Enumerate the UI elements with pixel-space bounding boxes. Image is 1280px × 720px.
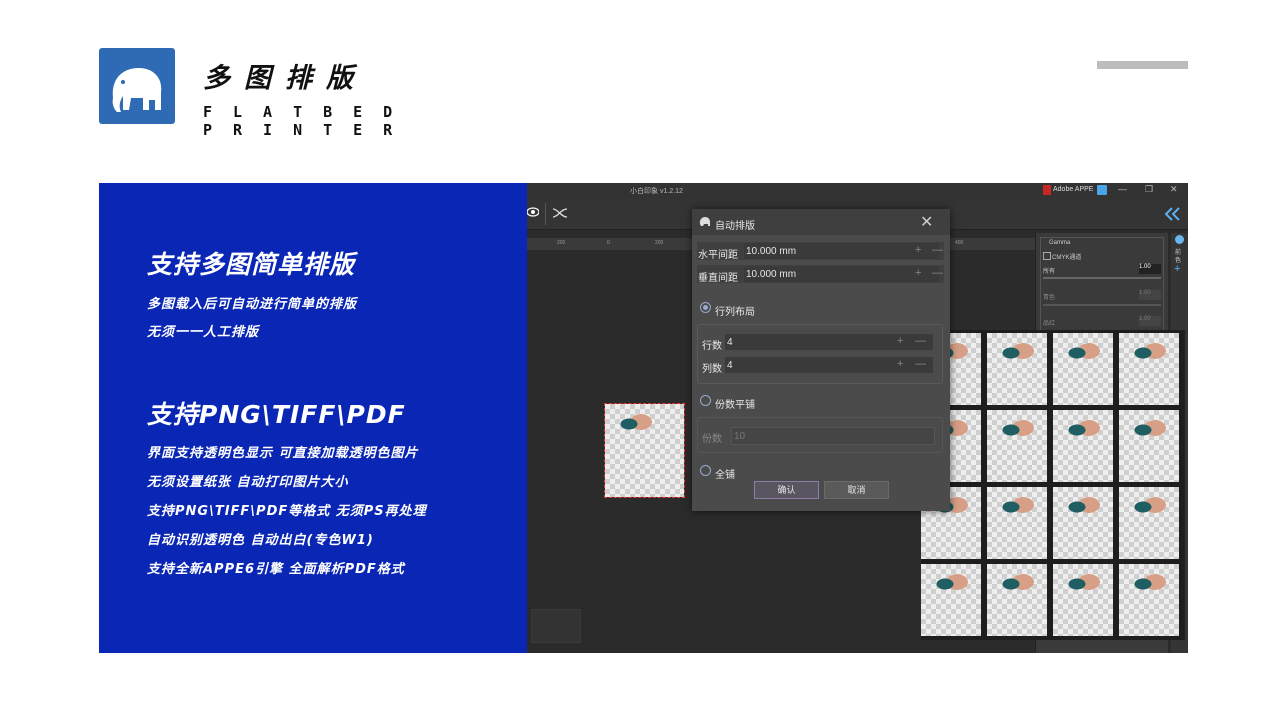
auto-layout-dialog: 自动排版 ✕ 水平间距 10.000 mm + — 垂直间距 10.000 mm…	[692, 209, 950, 511]
shuffle-icon[interactable]	[552, 206, 568, 220]
magenta-label: 品红	[1043, 321, 1056, 327]
v-spacing-input[interactable]: 10.000 mm	[744, 266, 939, 282]
increment-icon[interactable]: +	[897, 335, 903, 347]
increment-icon[interactable]: +	[915, 244, 921, 256]
v-spacing-label: 垂直间距	[698, 273, 738, 284]
ruler-tick: 0	[607, 240, 610, 246]
layout-tile[interactable]	[987, 410, 1047, 482]
all-slider[interactable]	[1043, 277, 1161, 279]
cols-label: 列数	[702, 364, 722, 375]
layout-tile[interactable]	[1119, 487, 1179, 559]
ok-button[interactable]: 确认	[754, 481, 819, 499]
elephant-small-icon	[699, 217, 710, 226]
window-title: 小白印象 v1.2.12	[630, 188, 683, 195]
copies-tile-label: 份数平铺	[715, 400, 755, 411]
layout-tile[interactable]	[987, 564, 1047, 636]
decrement-icon[interactable]: —	[915, 335, 926, 347]
dialog-header: 自动排版 ✕	[692, 209, 950, 235]
all-value[interactable]: 1.00	[1139, 264, 1161, 274]
collapse-panel-icon[interactable]	[1163, 207, 1181, 221]
cyan-slider[interactable]	[1043, 304, 1161, 306]
layout-tile[interactable]	[1119, 333, 1179, 405]
all-label: 所有	[1043, 269, 1056, 275]
copies-label: 份数	[702, 434, 722, 445]
rows-row: 行数 4 + —	[701, 333, 937, 352]
feature-panel: 支持多图简单排版 多图载入后可自动进行简单的排版 无须一一人工排版 支持PNG\…	[99, 183, 527, 653]
grid-layout-group: 行数 4 + — 列数 4 + —	[697, 324, 943, 384]
h-spacing-label: 水平间距	[698, 250, 738, 261]
copies-row: 份数 10	[701, 426, 937, 445]
brand-subtitle-line1: FLATBED	[203, 103, 414, 121]
close-window-icon[interactable]: ✕	[1170, 184, 1178, 195]
feature-line: 无须一一人工排版	[147, 325, 260, 340]
increment-icon[interactable]: +	[915, 267, 921, 279]
feature-line: 界面支持透明色显示 可直接加载透明色图片	[147, 446, 419, 461]
canvas-image-selected[interactable]	[604, 403, 685, 498]
elephant-icon	[112, 68, 162, 112]
h-spacing-input[interactable]: 10.000 mm	[744, 243, 939, 259]
decrement-icon[interactable]: —	[915, 358, 926, 370]
layout-tile[interactable]	[1053, 487, 1113, 559]
layout-tile[interactable]	[1053, 410, 1113, 482]
decorative-bar	[1097, 61, 1188, 69]
decrement-icon[interactable]: —	[932, 244, 943, 256]
elephant-logo	[99, 48, 175, 124]
grid-layout-label: 行列布局	[715, 307, 755, 318]
cyan-value[interactable]: 1.00	[1139, 290, 1161, 300]
gamma-label: Gamma	[1049, 240, 1071, 246]
feature-line: 无须设置纸张 自动打印图片大小	[147, 475, 349, 490]
copies-group: 份数 10	[697, 417, 943, 453]
layout-tile[interactable]	[987, 333, 1047, 405]
brand-subtitle-line2: PRINTER	[203, 121, 414, 139]
dialog-title: 自动排版	[715, 221, 755, 232]
adobe-engine-label: Adobe APPE	[1053, 186, 1094, 193]
ruler-tick: 200	[655, 240, 664, 246]
cancel-button[interactable]: 取消	[824, 481, 889, 499]
page-title: 多图排版	[203, 63, 367, 94]
restore-icon[interactable]: ❐	[1145, 184, 1153, 195]
menu-icon[interactable]	[1097, 185, 1107, 195]
cmyk-label: CMYK通道	[1052, 255, 1082, 261]
close-icon[interactable]: ✕	[920, 212, 933, 232]
title-bar: 小白印象 v1.2.12 Adobe APPE — ❐ ✕	[527, 183, 1188, 199]
layout-tile[interactable]	[921, 564, 981, 636]
full-tile-radio[interactable]	[700, 465, 711, 476]
v-spacing-row: 垂直间距 10.000 mm + —	[697, 265, 944, 284]
copies-tile-radio[interactable]	[700, 395, 711, 406]
layout-tile[interactable]	[1053, 564, 1113, 636]
full-tile-label: 全铺	[715, 470, 735, 481]
feature-heading-formats: 支持PNG\TIFF\PDF	[147, 400, 406, 429]
tab-dot-icon[interactable]	[1175, 235, 1184, 244]
increment-icon[interactable]: +	[897, 358, 903, 370]
eye-icon[interactable]	[527, 207, 539, 217]
magenta-value[interactable]: 1.00	[1139, 316, 1161, 326]
layout-tile[interactable]	[1053, 333, 1113, 405]
feature-heading-layout: 支持多图简单排版	[147, 250, 356, 279]
feature-line: 自动识别透明色 自动出白(专色W1)	[147, 533, 374, 548]
feature-line: 多图载入后可自动进行简单的排版	[147, 297, 358, 312]
decrement-icon[interactable]: —	[932, 267, 943, 279]
add-icon[interactable]: +	[1174, 263, 1180, 275]
cols-row: 列数 4 + —	[701, 356, 937, 375]
cmyk-checkbox[interactable]	[1043, 252, 1051, 260]
layout-tile[interactable]	[1119, 410, 1179, 482]
navigator-thumbnail[interactable]	[531, 609, 581, 643]
feature-line: 支持PNG\TIFF\PDF等格式 无须PS再处理	[147, 504, 427, 519]
feature-line: 支持全新APPE6引擎 全面解析PDF格式	[147, 562, 405, 577]
ruler-tick: 200	[557, 240, 566, 246]
layout-tile[interactable]	[1119, 564, 1179, 636]
grid-layout-radio[interactable]	[700, 302, 711, 313]
h-spacing-row: 水平间距 10.000 mm + —	[697, 242, 944, 261]
app-window: 小白印象 v1.2.12 Adobe APPE — ❐ ✕ 200 0 200 …	[527, 183, 1188, 653]
layout-tile[interactable]	[987, 487, 1047, 559]
cyan-label: 青色	[1043, 295, 1056, 301]
minimize-icon[interactable]: —	[1118, 184, 1127, 194]
copies-input[interactable]: 10	[731, 427, 935, 445]
ruler-tick: 400	[955, 240, 964, 246]
rows-label: 行数	[702, 341, 722, 352]
adobe-icon	[1043, 185, 1051, 195]
artboard	[921, 330, 1185, 640]
